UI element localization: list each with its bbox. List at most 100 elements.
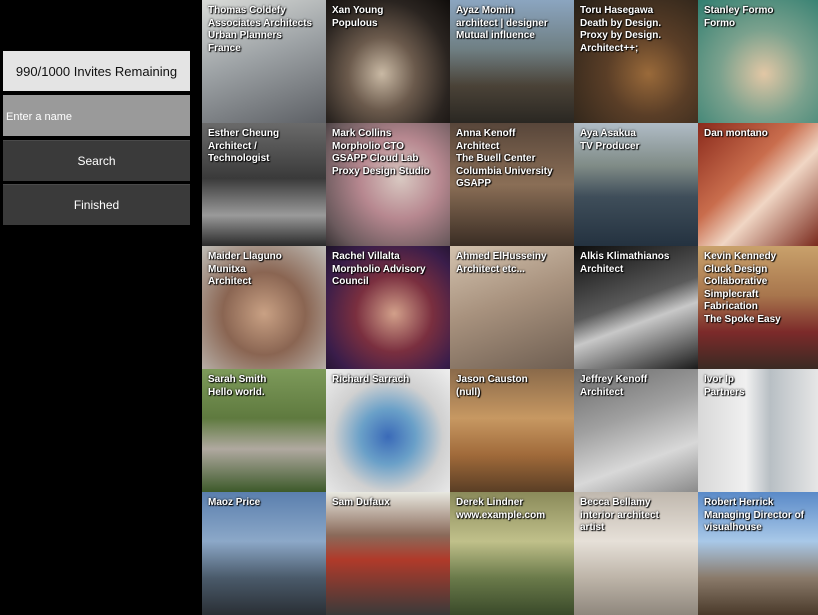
profile-caption-line: Esther Cheung (208, 128, 280, 139)
profile-tile[interactable]: Maider Llaguno Munitxa Architect (202, 246, 326, 369)
profile-caption-line: architect | designer (456, 17, 548, 29)
profile-caption-line: www.example.com (456, 509, 546, 521)
profile-caption-line: Architect++; (580, 42, 639, 54)
profile-caption-line: Ayaz Momin (456, 5, 514, 16)
profile-caption-line: The Spoke Easy (704, 313, 781, 325)
profile-caption: Aya Asakua TV Producer (580, 128, 694, 153)
profile-tile[interactable]: Jeffrey Kenoff Architect (574, 369, 698, 492)
profile-caption-line: Architect (456, 140, 500, 152)
profile-caption: Ayaz Momin architect | designer Mutual inf… (456, 5, 570, 43)
profile-caption-line: Ahmed ElHusseiny (456, 251, 547, 262)
profile-caption: Maoz Price (208, 497, 322, 510)
profile-caption: Alkis Klimathianos Architect (580, 251, 694, 276)
search-button[interactable]: Search (3, 140, 190, 181)
profile-caption-line: Maider Llaguno (208, 251, 282, 262)
profile-caption: Thomas Coldefy Associates Architects Urban… (208, 5, 322, 55)
profile-tile[interactable]: Maoz Price (202, 492, 326, 615)
profile-caption: Rachel Villalta Morpholio Advisory Council (332, 251, 446, 289)
profile-caption-line: Cluck Design (704, 263, 768, 275)
profile-caption-line: The Buell Center (456, 153, 536, 164)
profile-caption-line: Architect (580, 263, 624, 275)
profile-tile[interactable]: Anna Kenoff Architect The Buell Center Colu… (450, 123, 574, 246)
profile-caption-line: GSAPP (456, 178, 492, 189)
profile-caption-line: Sam Dufaux (332, 497, 390, 508)
profile-caption: Robert Herrick Managing Director of visual… (704, 497, 814, 535)
profile-caption-line: Jeffrey Kenoff (580, 374, 648, 385)
profile-caption-line: TV Producer (580, 140, 640, 152)
profile-caption-line: Columbia University (456, 165, 553, 177)
profile-caption: Sarah Smith Hello world. (208, 374, 322, 399)
profile-caption: Xan Young Populous (332, 5, 446, 30)
profile-caption-line: Anna Kenoff (456, 128, 516, 139)
profile-caption-line: Alkis Klimathianos (580, 251, 670, 262)
profile-caption-line: visualhouse (704, 522, 762, 533)
profile-tile[interactable]: Mark Collins Morpholio CTO GSAPP Cloud Lab… (326, 123, 450, 246)
profile-caption-line: Jason Causton (456, 374, 528, 385)
profile-tile[interactable]: Robert Herrick Managing Director of visual… (698, 492, 818, 615)
profile-tile[interactable]: Derek Lindner www.example.com (450, 492, 574, 615)
profile-tile[interactable]: Ayaz Momin architect | designer Mutual inf… (450, 0, 574, 123)
name-input[interactable] (3, 95, 190, 136)
profile-caption-line: Ivor Ip (704, 374, 735, 385)
profile-caption-line: Urban Planners (208, 30, 282, 41)
profile-caption: Jason Causton (null) (456, 374, 570, 399)
profile-grid: Thomas Coldefy Associates Architects Urban… (202, 0, 818, 615)
profile-tile[interactable]: Richard Sarrach (326, 369, 450, 492)
profile-tile[interactable]: Ahmed ElHusseiny Architect etc... (450, 246, 574, 369)
profile-caption-line: Aya Asakua (580, 128, 636, 139)
profile-caption: Anna Kenoff Architect The Buell Center Colu… (456, 128, 570, 191)
profile-caption-line: Thomas Coldefy (208, 5, 286, 16)
profile-caption-line: Maoz Price (208, 497, 261, 508)
profile-tile[interactable]: Sarah Smith Hello world. (202, 369, 326, 492)
profile-caption: Ahmed ElHusseiny Architect etc... (456, 251, 570, 276)
profile-caption-line: Xan Young (332, 5, 384, 16)
profile-tile[interactable]: Becca Bellamy interior architect artist (574, 492, 698, 615)
finished-button[interactable]: Finished (3, 184, 190, 225)
profile-tile[interactable]: Esther Cheung Architect / Technologist (202, 123, 326, 246)
profile-caption-line: interior architect (580, 509, 659, 521)
profile-tile[interactable]: Kevin Kennedy Cluck Design Collaborative Si… (698, 246, 818, 369)
profile-tile[interactable]: Thomas Coldefy Associates Architects Urban… (202, 0, 326, 123)
profile-caption: Ivor Ip Partners (704, 374, 814, 399)
profile-caption-line: Formo (704, 17, 736, 29)
profile-caption: Richard Sarrach (332, 374, 446, 387)
profile-caption-line: Rachel Villalta (332, 251, 400, 262)
profile-caption-line: Munitxa (208, 263, 246, 275)
profile-caption: Maider Llaguno Munitxa Architect (208, 251, 322, 289)
profile-tile[interactable]: Rachel Villalta Morpholio Advisory Council (326, 246, 450, 369)
profile-caption-line: Architect (580, 386, 624, 398)
profile-caption: Sam Dufaux (332, 497, 446, 510)
profile-tile[interactable]: Aya Asakua TV Producer (574, 123, 698, 246)
profile-tile[interactable]: Alkis Klimathianos Architect (574, 246, 698, 369)
profile-caption-line: Architect etc... (456, 263, 525, 275)
profile-caption-line: Partners (704, 386, 745, 398)
profile-caption-line: Dan montano (704, 128, 768, 139)
profile-tile[interactable]: Toru Hasegawa Death by Design. Proxy by De… (574, 0, 698, 123)
profile-tile[interactable]: Xan Young Populous (326, 0, 450, 123)
profile-caption-line: Derek Lindner (456, 497, 524, 508)
profile-tile[interactable]: Dan montano (698, 123, 818, 246)
profile-caption-line: Kevin Kennedy (704, 251, 777, 262)
profile-caption-line: Toru Hasegawa (580, 5, 654, 16)
profile-caption-line: Proxy by Design. (580, 30, 662, 41)
profile-caption-line: Hello world. (208, 386, 265, 398)
profile-caption: Derek Lindner www.example.com (456, 497, 570, 522)
profile-caption: Toru Hasegawa Death by Design. Proxy by De… (580, 5, 694, 55)
profile-caption-line: Architect (208, 276, 252, 287)
profile-caption-line: Robert Herrick (704, 497, 774, 508)
profile-tile[interactable]: Ivor Ip Partners (698, 369, 818, 492)
profile-caption-line: Managing Director of (704, 509, 805, 521)
profile-caption-line: GSAPP Cloud Lab (332, 153, 419, 164)
profile-tile[interactable]: Jason Causton (null) (450, 369, 574, 492)
profile-caption: Jeffrey Kenoff Architect (580, 374, 694, 399)
profile-tile[interactable]: Stanley Formo Formo (698, 0, 818, 123)
profile-caption-line: Becca Bellamy (580, 497, 651, 508)
profile-caption-line: Council (332, 276, 369, 287)
invites-remaining-badge: 990/1000 Invites Remaining (3, 51, 190, 91)
profile-caption-line: Collaborative (704, 276, 768, 287)
profile-caption-line: Simplecraft Fabrication (704, 288, 759, 313)
profile-tile[interactable]: Sam Dufaux (326, 492, 450, 615)
profile-caption: Becca Bellamy interior architect artist (580, 497, 694, 535)
profile-caption-line: Populous (332, 17, 378, 29)
profile-caption-line: Richard Sarrach (332, 374, 410, 385)
